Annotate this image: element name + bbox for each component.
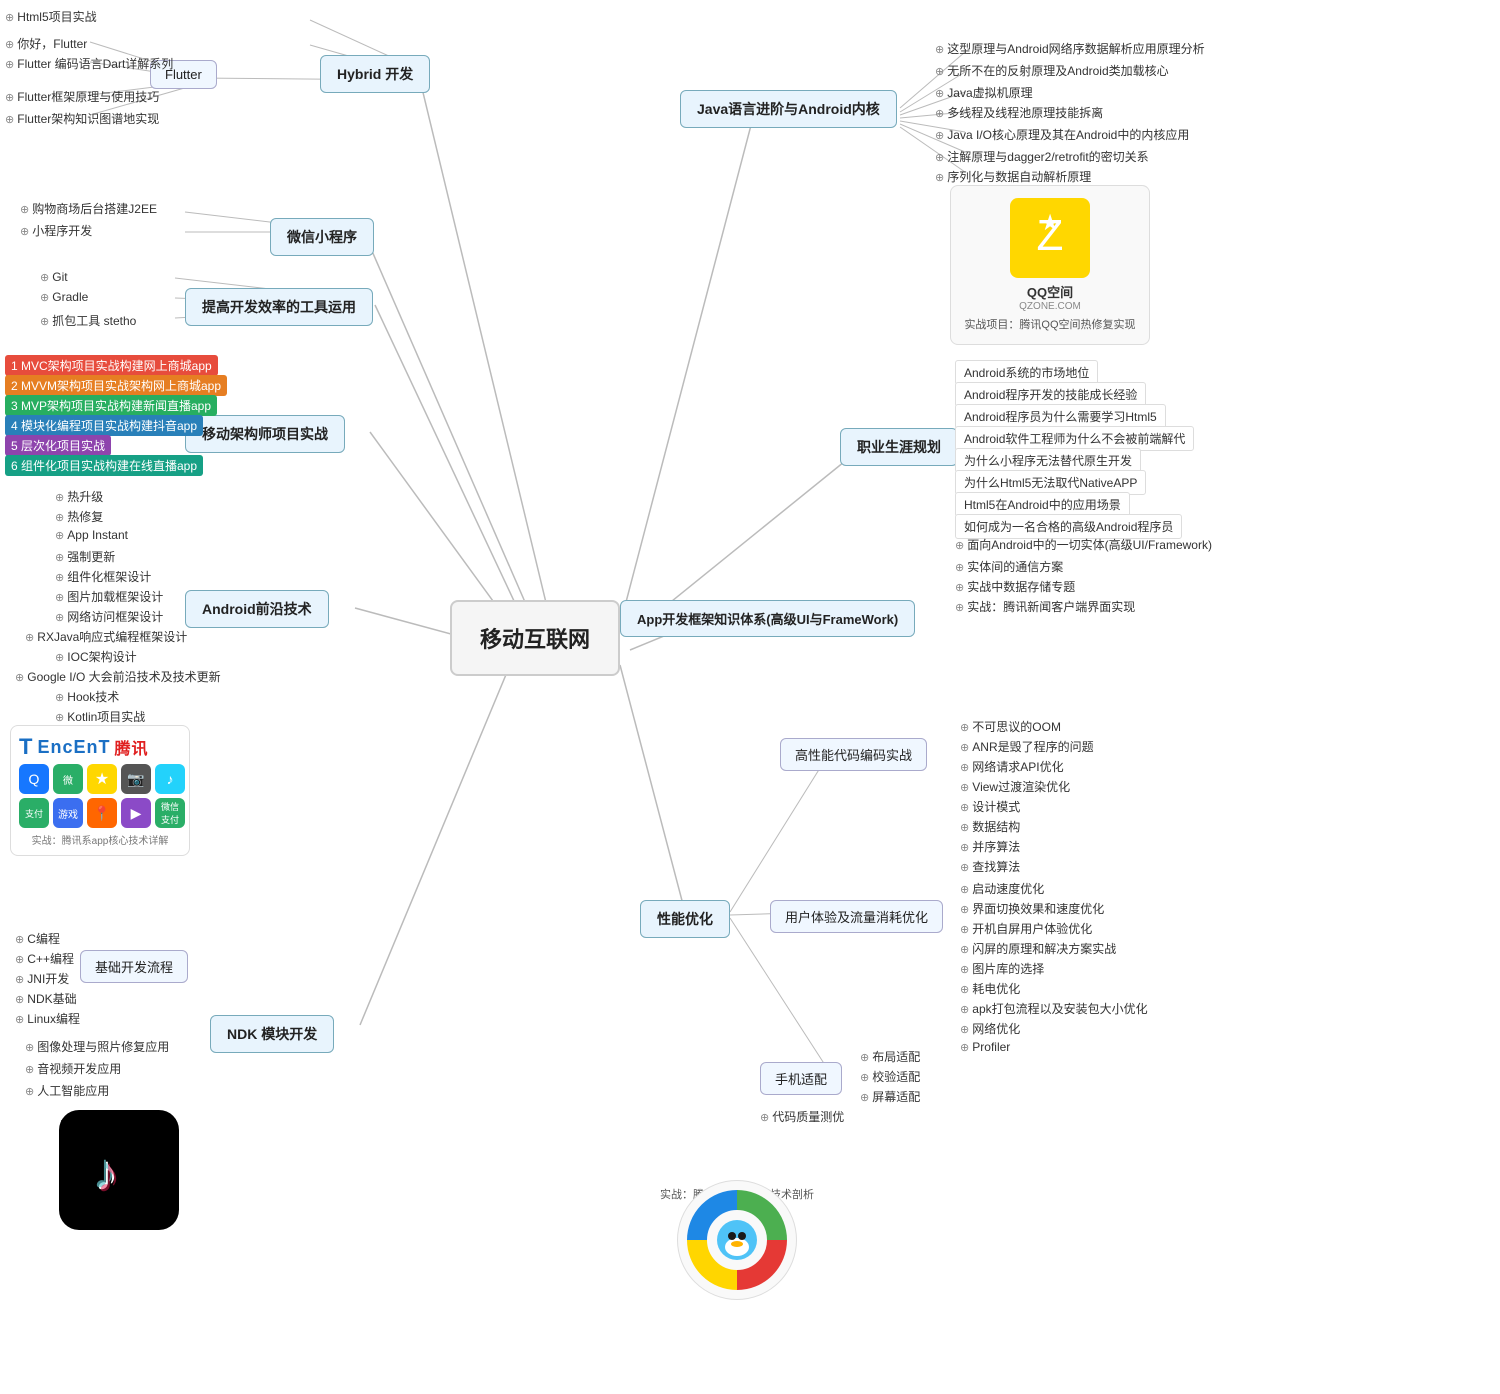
user-exp-branch: 用户体验及流量消耗优化 [770,900,943,933]
tiktok-section: ♪ ♪ ♪ 实战：抖音app项目实战 [60,1110,177,1132]
leaf-app-instant: App Instant [55,528,128,542]
mobile-arch-branch: 移动架构师项目实战 [185,415,345,453]
leaf-hot-upgrade: 热升级 [55,488,103,505]
adapt-branch: 手机适配 [760,1062,842,1095]
tencent-caption: 实战：腾讯系app核心技术详解 [19,832,181,847]
leaf-battery: 耗电优化 [960,980,1020,997]
app-framework-branch: App开发框架知识体系(高级UI与FrameWork) [620,600,915,637]
basic-dev-branch: 基础开发流程 [80,950,188,983]
leaf-flutter-dart: Flutter 编码语言Dart详解系列 [5,55,173,72]
leaf-cpp: C++编程 [15,950,74,967]
leaf-screen-adapt: 屏幕适配 [860,1088,920,1105]
leaf-anr: ANR是毁了程序的问题 [960,738,1094,755]
leaf-image-loader: 图片加载框架设计 [55,588,163,605]
leaf-ai: 人工智能应用 [25,1082,109,1099]
high-perf-branch: 高性能代码编码实战 [780,738,927,771]
leaf-force-update: 强制更新 [55,548,115,565]
leaf-design-pattern: 设计模式 [960,798,1020,815]
leaf-java2: 无所不在的反射原理及Android类加载核心 [935,62,1169,79]
leaf-linux: Linux编程 [15,1010,80,1027]
arch-item-6: 6 组件化项目实战构建在线直播app [5,455,203,476]
leaf-hook: Hook技术 [55,688,119,705]
leaf-mini-dev: 小程序开发 [20,222,92,239]
leaf-flutter-framework: Flutter框架原理与使用技巧 [5,88,159,105]
leaf-java6: 注解原理与dagger2/retrofit的密切关系 [935,148,1149,165]
qq-space-box: Z ★ QQ空间 QZONE.COM 实战项目：腾讯QQ空间热修复实现 [950,185,1150,345]
leaf-kotlin: Kotlin项目实战 [55,708,145,725]
leaf-java4: 多线程及线程池原理技能拆离 [935,104,1103,121]
leaf-img-lib: 图片库的选择 [960,960,1044,977]
leaf-j2ee: 购物商场后台搭建J2EE [20,200,157,217]
leaf-ui-switch: 界面切换效果和速度优化 [960,900,1104,917]
leaf-html5: Html5项目实战 [5,8,97,25]
leaf-component-design: 组件化框架设计 [55,568,151,585]
hybrid-branch: Hybrid 开发 [320,55,430,93]
leaf-ndk: NDK基础 [15,990,77,1007]
leaf-splash: 闪屏的原理和解决方案实战 [960,940,1116,957]
leaf-data-struct: 数据结构 [960,818,1020,835]
arch-item-3: 3 MVP架构项目实战构建新闻直播app [5,395,217,416]
leaf-apk: apk打包流程以及安装包大小优化 [960,1000,1148,1017]
android-frontier-branch: Android前沿技术 [185,590,329,628]
center-node: 移动互联网 [450,600,620,676]
ndk-branch: NDK 模块开发 [210,1015,334,1053]
qq-news-logo [677,1180,797,1300]
leaf-ioc: IOC架构设计 [55,648,137,665]
arch-item-4: 4 模块化编程项目实战构建抖音app [5,415,203,436]
leaf-git: Git [40,270,68,284]
leaf-java5: Java I/O核心原理及其在Android中的内核应用 [935,126,1189,143]
mindmap-container: 移动互联网 Hybrid 开发 Flutter Html5项目实战 你好，Flu… [0,0,1500,1394]
leaf-profiler: Profiler [960,1040,1010,1054]
leaf-verify-adapt: 校验适配 [860,1068,920,1085]
leaf-network-opt: 网络优化 [960,1020,1020,1037]
leaf-oom: 不可思议的OOM [960,718,1061,735]
leaf-java3: Java虚拟机原理 [935,84,1033,101]
qq-space-logo: Z ★ [1010,198,1090,278]
leaf-search: 查找算法 [960,858,1020,875]
tencent-box: T EncEnT 腾讯 Q 微 ★ 📷 ♪ 支付 游戏 📍 ▶ 微信支付 [10,725,190,856]
arch-item-5: 5 层次化项目实战 [5,435,111,456]
leaf-google-io: Google I/O 大会前沿技术及技术更新 [15,668,221,685]
leaf-view-render: View过渡渲染优化 [960,778,1070,795]
wechat-mini-branch: 微信小程序 [270,218,374,256]
leaf-gradle: Gradle [40,290,88,304]
leaf-career10: 实体间的通信方案 [955,558,1063,575]
qq-caption: 实战项目：腾讯QQ空间热修复实现 [964,316,1135,332]
java-android-branch: Java语言进阶与Android内核 [680,90,897,128]
leaf-rxjava: RXJava响应式编程框架设计 [25,628,187,645]
leaf-network-design: 网络访问框架设计 [55,608,163,625]
leaf-c: C编程 [15,930,60,947]
career-branch: 职业生涯规划 [840,428,958,466]
leaf-hot-fix: 热修复 [55,508,103,525]
tools-branch: 提高开发效率的工具运用 [185,288,373,326]
leaf-boot: 开机自屏用户体验优化 [960,920,1092,937]
leaf-api-opt: 网络请求API优化 [960,758,1064,775]
leaf-layout-adapt: 布局适配 [860,1048,920,1065]
leaf-startup: 启动速度优化 [960,880,1044,897]
tiktok-logo: ♪ ♪ ♪ [59,1110,179,1230]
leaf-career9: 面向Android中的一切实体(高级UI/Framework) [955,536,1212,553]
leaf-flutter-arch: Flutter架构知识图谱地实现 [5,110,159,127]
svg-text:★: ★ [1040,210,1060,235]
leaf-image-proc: 图像处理与照片修复应用 [25,1038,169,1055]
arch-item-2: 2 MVVM架构项目实战架构网上商城app [5,375,227,396]
qq-news-section: 实战：腾讯新闻客户端技术剖析 [660,1180,814,1202]
svg-text:♪: ♪ [96,1147,121,1203]
leaf-java1: 这型原理与Android网络序数据解析应用原理分析 [935,40,1205,57]
leaf-stetho: 抓包工具 stetho [40,312,136,329]
leaf-flutter-hello: 你好，Flutter [5,35,87,52]
leaf-video: 音视频开发应用 [25,1060,121,1077]
leaf-career11: 实战中数据存储专题 [955,578,1075,595]
perf-opt-branch: 性能优化 [640,900,730,938]
arch-item-1: 1 MVC架构项目实战构建网上商城app [5,355,218,376]
leaf-java7: 序列化与数据自动解析原理 [935,168,1091,185]
leaf-code-quality: 代码质量测优 [760,1108,844,1125]
leaf-sort: 并序算法 [960,838,1020,855]
leaf-career12: 实战：腾讯新闻客户端界面实现 [955,598,1135,615]
leaf-jni: JNI开发 [15,970,69,987]
